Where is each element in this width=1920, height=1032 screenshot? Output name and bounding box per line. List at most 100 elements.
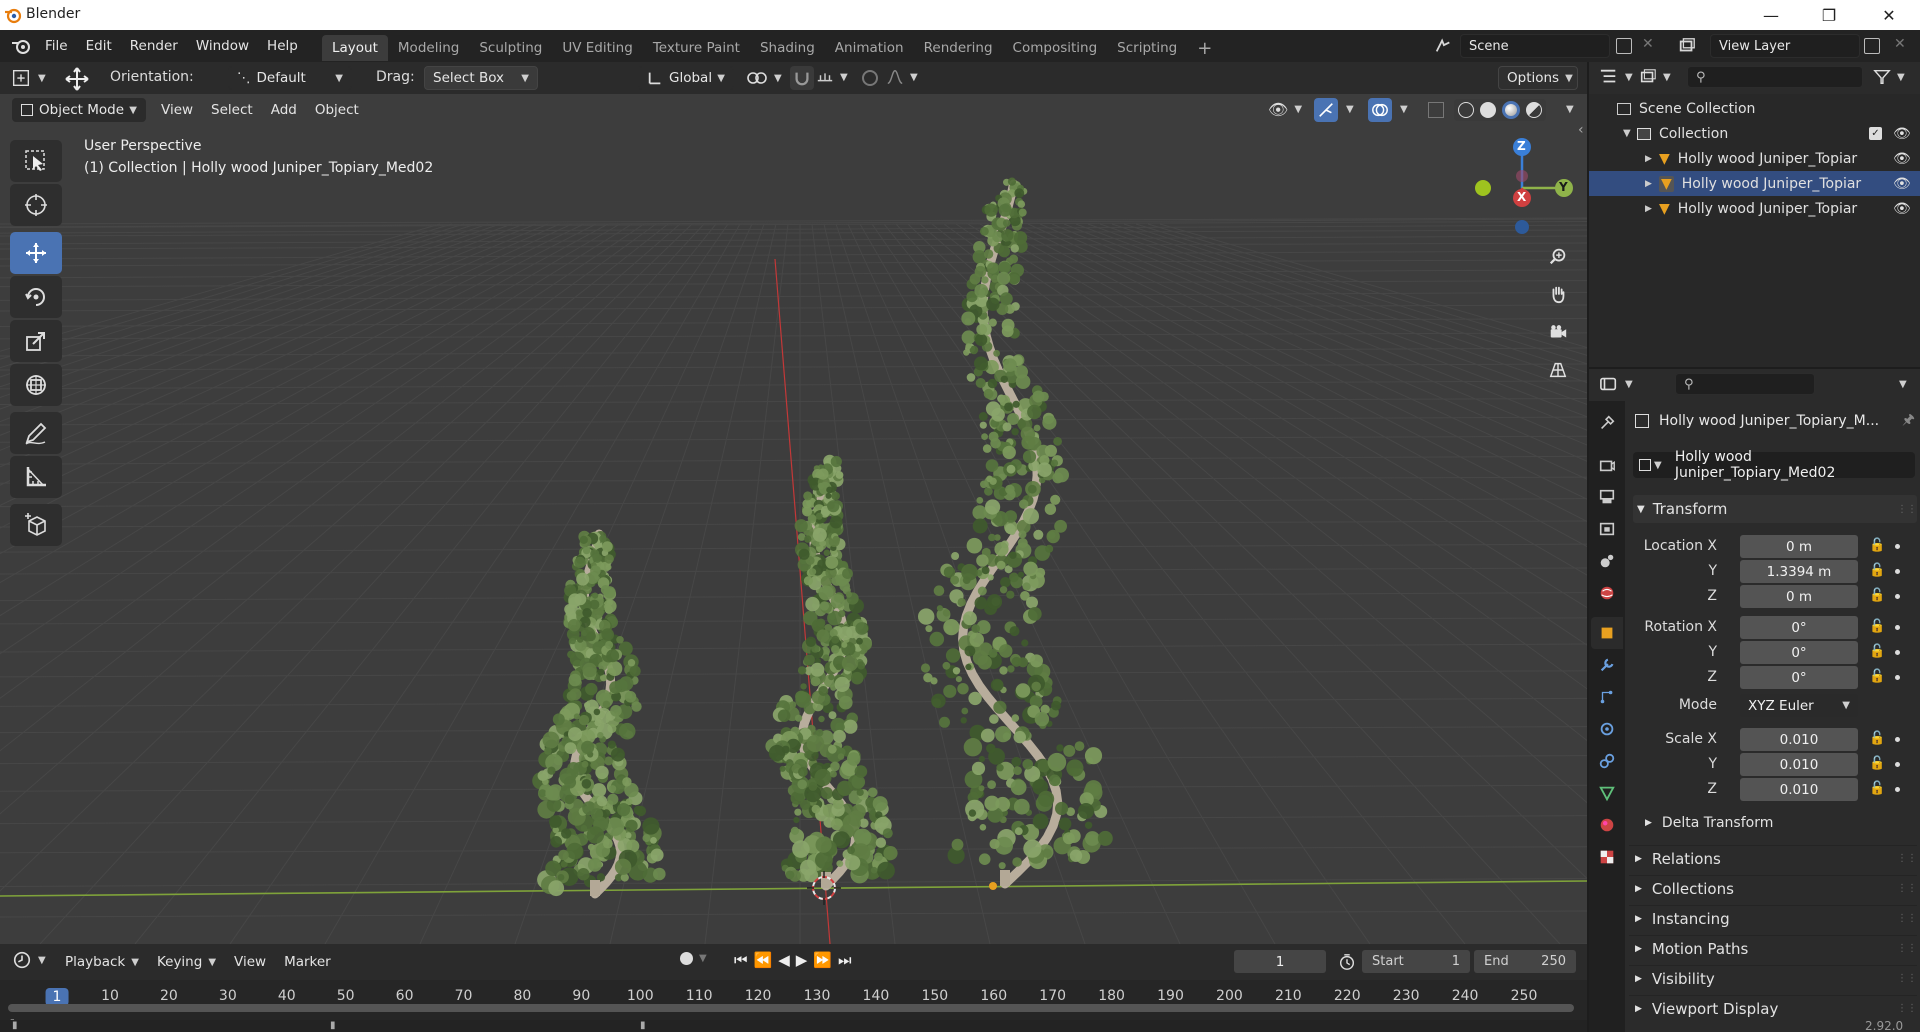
select-box-tool[interactable] <box>10 140 62 182</box>
material-tab-icon[interactable] <box>1591 809 1623 841</box>
outliner-object-row[interactable]: ▶ ▼ Holly wood Juniper_Topiar 👁 <box>1589 146 1920 171</box>
output-tab-icon[interactable] <box>1591 481 1623 513</box>
menu-select[interactable]: Select <box>202 98 262 122</box>
gizmo-toggle[interactable] <box>1314 98 1338 122</box>
transform-orientation-dropdown[interactable]: Global ▼ <box>638 66 734 90</box>
drag-handle-icon[interactable]: ⋮⋮ <box>1897 973 1917 984</box>
scale-y-field[interactable]: 0.010 <box>1740 753 1858 776</box>
zoom-icon[interactable] <box>1542 240 1574 272</box>
lock-icon[interactable]: 🔓 <box>1869 669 1885 684</box>
rotation-x-field[interactable]: 0° <box>1740 616 1858 639</box>
panel-instancing[interactable]: ▶ Instancing ⋮⋮ <box>1629 905 1917 931</box>
outliner-editor-type[interactable]: ▼ <box>1599 68 1633 86</box>
snap-target-dropdown[interactable]: ▼ <box>816 68 848 86</box>
visibility-dropdown[interactable]: 👁 ▼ <box>1268 100 1302 119</box>
rotate-tool[interactable] <box>10 276 62 318</box>
tab-layout[interactable]: Layout <box>322 35 388 61</box>
menu-file[interactable]: File <box>36 34 77 58</box>
menu-add[interactable]: Add <box>262 98 306 122</box>
tool-tab-icon[interactable] <box>1591 407 1623 439</box>
keyframe-dot-icon[interactable] <box>1895 569 1900 574</box>
next-keyframe-icon[interactable]: ⏩ <box>813 951 832 969</box>
start-frame-field[interactable]: Start 1 <box>1362 950 1470 973</box>
expand-arrow-icon[interactable]: ▶ <box>1645 154 1659 164</box>
minimize-button[interactable]: — <box>1742 0 1800 30</box>
lock-icon[interactable]: 🔓 <box>1869 781 1885 796</box>
jump-start-icon[interactable]: ⏮ <box>734 951 748 969</box>
eye-icon[interactable]: 👁 <box>1893 176 1911 192</box>
panel-collections[interactable]: ▶ Collections ⋮⋮ <box>1629 875 1917 901</box>
keyframe-dot-icon[interactable] <box>1895 762 1900 767</box>
scene-name-field[interactable]: Scene <box>1460 34 1610 58</box>
scale-tool[interactable] <box>10 320 62 362</box>
material-preview-shading-icon[interactable] <box>1502 101 1520 119</box>
ortho-grid-icon[interactable] <box>1542 354 1574 386</box>
render-tab-icon[interactable] <box>1591 449 1623 481</box>
keyframe-dot-icon[interactable] <box>1895 650 1900 655</box>
menu-timeline-view[interactable]: View <box>225 950 275 974</box>
snap-toggle[interactable] <box>790 66 814 90</box>
add-workspace-button[interactable]: + <box>1187 35 1222 61</box>
collection-checkbox[interactable]: ✓ <box>1869 127 1882 140</box>
solid-shading-icon[interactable] <box>1480 102 1496 118</box>
orientation-dropdown[interactable]: ⋱ Default ▼ <box>228 66 352 90</box>
view-layer-browse-icon[interactable] <box>1672 34 1702 58</box>
move-tool[interactable] <box>10 232 62 274</box>
outliner-object-row[interactable]: ▶ ▼ Holly wood Juniper_Topiar 👁 <box>1589 196 1920 221</box>
outliner-filter-dropdown[interactable]: ▼ <box>1873 68 1905 86</box>
measure-tool[interactable] <box>10 456 62 498</box>
cursor-tool[interactable] <box>10 184 62 226</box>
wireframe-shading-icon[interactable] <box>1458 102 1474 118</box>
overlay-toggle[interactable] <box>1368 98 1392 122</box>
rotation-z-field[interactable]: 0° <box>1740 666 1858 689</box>
tab-compositing[interactable]: Compositing <box>1003 35 1108 61</box>
menu-marker[interactable]: Marker <box>275 950 340 974</box>
keyframe-dot-icon[interactable] <box>1895 625 1900 630</box>
rotation-mode-dropdown[interactable]: XYZ Euler ▼ <box>1740 694 1858 717</box>
menu-render[interactable]: Render <box>121 34 187 58</box>
add-cube-tool[interactable] <box>10 504 62 546</box>
texture-tab-icon[interactable] <box>1591 841 1623 873</box>
lock-icon[interactable]: 🔓 <box>1869 588 1885 603</box>
xray-toggle-icon[interactable] <box>1428 102 1444 118</box>
editor-type-icon[interactable]: ▼ <box>10 66 46 90</box>
panel-viewport-display[interactable]: ▶ Viewport Display ⋮⋮ <box>1629 995 1917 1021</box>
menu-keying[interactable]: Keying ▼ <box>148 950 225 974</box>
remove-view-layer-icon[interactable]: ✕ <box>1894 36 1906 52</box>
close-window-button[interactable]: ✕ <box>1860 0 1918 30</box>
world-tab-icon[interactable] <box>1591 577 1623 609</box>
expand-arrow-icon[interactable]: ▼ <box>1623 128 1637 139</box>
panel-relations[interactable]: ▶ Relations ⋮⋮ <box>1629 845 1917 871</box>
drag-handle-icon[interactable]: ⋮⋮ <box>1897 913 1917 924</box>
outliner-object-row-active[interactable]: ▶ ▼ Holly wood Juniper_Topiar 👁 <box>1589 171 1920 196</box>
current-frame-field[interactable]: 1 <box>1234 950 1326 973</box>
pivot-point-dropdown[interactable]: ▼ <box>746 68 782 88</box>
object-browse-icon[interactable]: ▼ <box>1639 459 1663 471</box>
modifier-tab-icon[interactable] <box>1591 649 1623 681</box>
chevron-down-icon[interactable]: ▼ <box>1400 104 1408 115</box>
scene-browse-icon[interactable] <box>1428 34 1458 58</box>
menu-help[interactable]: Help <box>258 34 307 58</box>
outliner-collection[interactable]: ▼ Collection ✓ 👁 <box>1589 121 1920 146</box>
outliner-scene-collection[interactable]: Scene Collection <box>1589 96 1920 121</box>
proportional-falloff-dropdown[interactable]: ▼ <box>886 68 918 86</box>
preview-range-icon[interactable] <box>1336 950 1358 974</box>
tab-scripting[interactable]: Scripting <box>1107 35 1187 61</box>
auto-keying-toggle[interactable]: ▼ <box>680 952 707 965</box>
blender-menu-icon[interactable] <box>10 36 32 56</box>
delta-transform-subpanel[interactable]: ▶ Delta Transform <box>1645 815 1773 831</box>
menu-edit[interactable]: Edit <box>77 34 121 58</box>
drag-handle-icon[interactable]: ⋮⋮ <box>1897 853 1917 864</box>
view-layer-field[interactable]: View Layer <box>1710 34 1860 58</box>
sidebar-toggle-icon[interactable]: ‹ <box>1578 122 1584 138</box>
lock-icon[interactable]: 🔓 <box>1869 619 1885 634</box>
location-y-field[interactable]: 1.3394 m <box>1740 560 1858 583</box>
camera-view-icon[interactable] <box>1542 316 1574 348</box>
view-layer-tab-icon[interactable] <box>1591 513 1623 545</box>
location-z-field[interactable]: 0 m <box>1740 585 1858 608</box>
prev-keyframe-icon[interactable]: ⏪ <box>754 951 773 969</box>
keyframe-dot-icon[interactable] <box>1895 787 1900 792</box>
location-x-field[interactable]: 0 m <box>1740 535 1858 558</box>
rotation-y-field[interactable]: 0° <box>1740 641 1858 664</box>
keyframe-dot-icon[interactable] <box>1895 675 1900 680</box>
